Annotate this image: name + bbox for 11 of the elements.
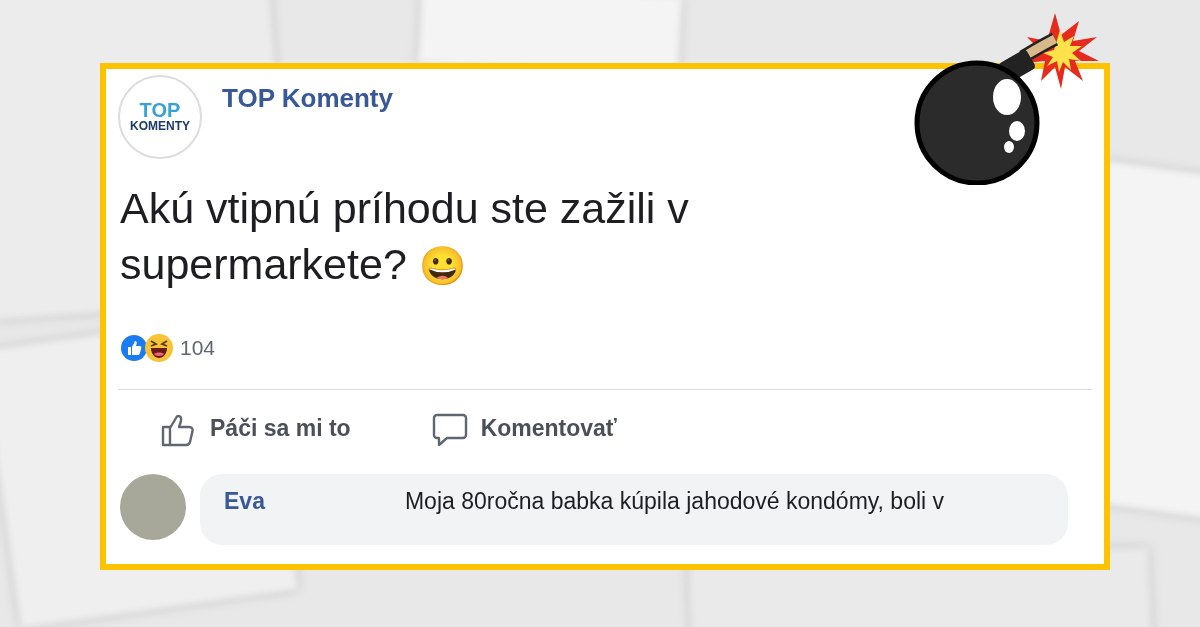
comment-text: Moja 80ročna babka kúpila jahodové kondómy, boli v — [404, 487, 945, 515]
like-button[interactable]: Páči sa mi to — [160, 409, 351, 448]
comment-author-link[interactable]: Eva — [224, 487, 265, 515]
logo-text: TOP — [139, 100, 181, 121]
logo-text: KOMENTY — [130, 120, 190, 134]
like-reaction-icon — [120, 333, 148, 362]
laughing-reaction-icon — [144, 332, 174, 363]
page-name-link[interactable]: TOP Komenty — [222, 83, 393, 114]
comment-button[interactable]: Komentovať — [430, 409, 617, 448]
reaction-count: 104 — [180, 335, 216, 360]
post-text: Akú vtipnú príhodu ste zažili v supermarkete? 😀 — [120, 183, 690, 290]
